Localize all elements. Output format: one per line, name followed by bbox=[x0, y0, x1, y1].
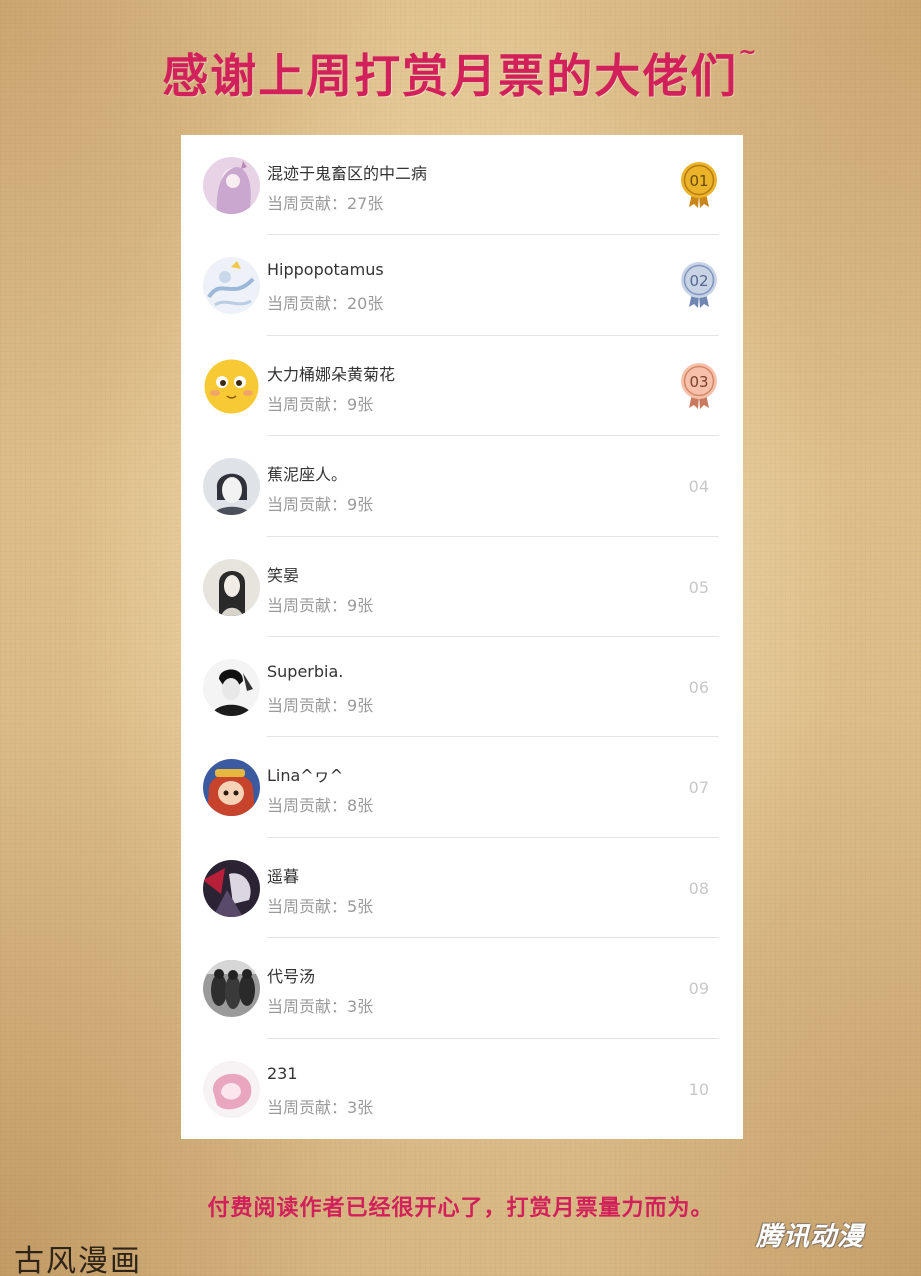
user-name: 笑晏 bbox=[267, 565, 300, 585]
silver-medal-icon: 02 bbox=[681, 262, 717, 309]
weekly-contribution: 当周贡献：9张 bbox=[267, 495, 374, 515]
ranking-list: 混迹于鬼畜区的中二病 当周贡献：27张 01 Hippopotamus 当周贡献… bbox=[181, 135, 743, 1139]
list-item[interactable]: 笑晏 当周贡献：9张 05 bbox=[181, 537, 743, 637]
avatar[interactable] bbox=[203, 859, 260, 917]
list-item[interactable]: 遥暮 当周贡献：5张 08 bbox=[181, 838, 743, 939]
rank-number: 10 bbox=[688, 1079, 709, 1099]
avatar[interactable] bbox=[203, 659, 260, 716]
weekly-contribution: 当周贡献：3张 bbox=[267, 997, 374, 1017]
rank-number: 03 bbox=[689, 373, 708, 391]
user-name: 231 bbox=[267, 1063, 298, 1083]
rank-number: 05 bbox=[688, 577, 709, 597]
rank-number: 08 bbox=[688, 878, 709, 898]
avatar[interactable] bbox=[203, 960, 260, 1018]
list-item[interactable]: Lina^ヮ^ 当周贡献：8张 07 bbox=[181, 737, 743, 838]
user-name: 蕉泥座人。 bbox=[267, 465, 348, 485]
weekly-contribution: 当周贡献：9张 bbox=[267, 595, 374, 615]
list-item[interactable]: Superbia. 当周贡献：9张 06 bbox=[181, 637, 743, 738]
bronze-medal-icon: 03 bbox=[681, 362, 717, 409]
avatar[interactable] bbox=[203, 558, 260, 616]
list-item[interactable]: 231 当周贡献：3张 10 bbox=[181, 1039, 743, 1139]
avatar[interactable] bbox=[203, 257, 260, 315]
weekly-contribution: 当周贡献：27张 bbox=[267, 194, 384, 213]
weekly-contribution: 当周贡献：3张 bbox=[267, 1097, 374, 1117]
page-title: 感谢上周打赏月票的大佬们~ bbox=[0, 40, 921, 106]
user-name: 代号汤 bbox=[267, 967, 316, 987]
tencent-comic-logo: 腾讯动漫 bbox=[756, 1222, 865, 1252]
avatar[interactable] bbox=[203, 357, 260, 415]
list-item[interactable]: 蕉泥座人。 当周贡献：9张 04 bbox=[181, 436, 743, 537]
user-name: Superbia. bbox=[267, 662, 344, 681]
rank-number: 01 bbox=[689, 172, 708, 190]
weekly-contribution: 当周贡献：9张 bbox=[267, 696, 374, 715]
list-item[interactable]: 大力桶娜朵黄菊花 当周贡献：9张 03 bbox=[181, 336, 743, 437]
list-item[interactable]: 代号汤 当周贡献：3张 09 bbox=[181, 938, 743, 1039]
rank-number: 02 bbox=[689, 272, 708, 290]
weekly-contribution: 当周贡献：9张 bbox=[267, 394, 374, 414]
rank-number: 06 bbox=[688, 678, 709, 697]
page-title-tilde: ~ bbox=[738, 40, 759, 65]
avatar[interactable] bbox=[203, 458, 260, 516]
avatar[interactable] bbox=[203, 759, 260, 817]
weekly-contribution: 当周贡献：5张 bbox=[267, 896, 374, 916]
user-name: 大力桶娜朵黄菊花 bbox=[267, 364, 396, 384]
avatar[interactable] bbox=[203, 1060, 260, 1118]
rank-number: 07 bbox=[688, 778, 709, 798]
rank-number: 04 bbox=[688, 477, 709, 497]
weekly-contribution: 当周贡献：8张 bbox=[267, 796, 374, 816]
user-name: 混迹于鬼畜区的中二病 bbox=[267, 164, 428, 183]
gufeng-manhua-logo: 古风漫画 bbox=[14, 1244, 142, 1276]
avatar[interactable] bbox=[203, 157, 260, 214]
user-name: Hippopotamus bbox=[267, 260, 384, 280]
weekly-contribution: 当周贡献：20张 bbox=[267, 294, 384, 314]
user-name: Lina^ヮ^ bbox=[267, 766, 344, 786]
list-item[interactable]: Hippopotamus 当周贡献：20张 02 bbox=[181, 235, 743, 336]
list-item[interactable]: 混迹于鬼畜区的中二病 当周贡献：27张 01 bbox=[181, 135, 743, 236]
page-title-text: 感谢上周打赏月票的大佬们 bbox=[162, 49, 739, 103]
gold-medal-icon: 01 bbox=[681, 162, 717, 208]
rank-number: 09 bbox=[688, 979, 709, 999]
user-name: 遥暮 bbox=[267, 866, 300, 886]
